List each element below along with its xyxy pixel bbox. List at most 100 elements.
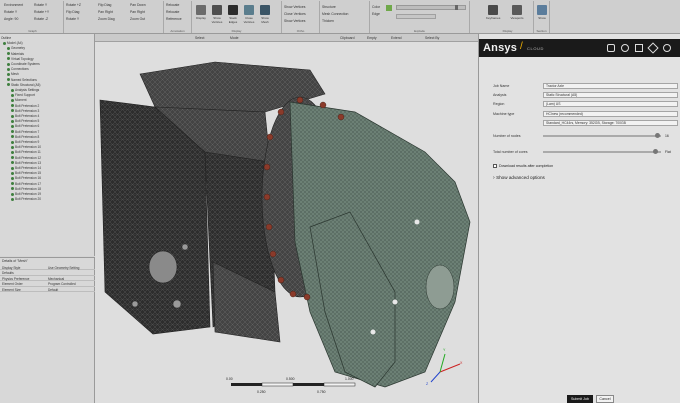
keyframes-button[interactable]: Keyframes <box>486 5 500 20</box>
ribbon-item-20[interactable]: Close Vertices <box>284 12 306 16</box>
ribbon-item-14[interactable]: Pan Right <box>130 10 145 14</box>
display-button-label: Display <box>196 16 206 20</box>
details-row[interactable]: Element Size Default <box>0 287 95 292</box>
ribbon-group-label-graph: Graph <box>28 29 37 33</box>
viewports-label: Viewports <box>510 16 524 20</box>
tree-item-label: Bolt Pretension 12 <box>15 155 42 160</box>
submit-job-button[interactable]: Submit Job <box>567 395 593 403</box>
ribbon-item-2[interactable]: Rotate Y <box>4 10 17 14</box>
color-swatch[interactable] <box>386 5 392 11</box>
ribbon-item-19[interactable]: Show Vertices <box>284 5 305 9</box>
tree-item-label: Moment <box>15 98 27 103</box>
toolbar-mode[interactable]: Mode <box>230 36 238 40</box>
mesh-model[interactable] <box>95 42 478 403</box>
cloud-icon[interactable] <box>621 44 629 52</box>
help-icon[interactable] <box>663 44 671 52</box>
explode-field[interactable] <box>396 14 436 19</box>
ribbon-item-26[interactable]: Edge <box>372 12 380 16</box>
toolbar-extend[interactable]: Extend <box>391 36 402 40</box>
ribbon-item-15[interactable]: Zoom Out <box>130 17 145 21</box>
tree-item[interactable]: Bolt Pretension 20 <box>11 197 41 202</box>
stack-icon <box>228 5 238 15</box>
tree-item-label: Bolt Pretension 14 <box>15 166 42 170</box>
ribbon-item-4[interactable]: Rotate Y <box>34 3 47 7</box>
close-vertices-button[interactable]: Close Vertices <box>242 5 256 24</box>
ribbon-item-1[interactable]: Environment <box>4 3 23 7</box>
toolbar-empty[interactable]: Empty <box>367 36 377 40</box>
ansys-cloud-panel: Ansys / CLOUD Job Name Tractor Axle Analys… <box>478 34 680 403</box>
ribbon-item-17[interactable]: Relocate <box>166 10 179 14</box>
download-results-label: Download results after completion <box>499 164 554 168</box>
status-check-icon <box>7 83 10 87</box>
cancel-button[interactable]: Cancel <box>596 395 614 403</box>
ribbon-item-22[interactable]: Structure <box>322 5 336 9</box>
job-field-input[interactable]: Static Structural (A5) <box>543 92 678 98</box>
nodes-slider-handle[interactable] <box>655 133 660 138</box>
tree-item-label: Bolt Pretension 20 <box>15 197 42 202</box>
cores-slider-handle[interactable] <box>653 149 658 154</box>
ribbon-item-10[interactable]: Flip Diag <box>98 3 111 7</box>
show-mesh-button[interactable]: Show Mesh <box>258 5 272 24</box>
ribbon-item-12[interactable]: Zoom Diag <box>98 17 115 21</box>
advanced-toggle[interactable]: › Show advanced options <box>493 175 545 181</box>
details-key: Physics Preference <box>2 276 30 281</box>
job-field-input[interactable]: Standard_HC44rs, Memory: 352GB, Storage:… <box>543 120 678 126</box>
nodes-slider[interactable] <box>543 133 661 138</box>
display-button[interactable]: Display <box>194 5 208 20</box>
ribbon-item-6[interactable]: Rotate -Z <box>34 17 48 21</box>
job-field-label: Machine type <box>493 112 515 116</box>
ribbon-item-3[interactable]: Angle: 90 <box>4 17 18 21</box>
scale-label-2: 0.500 <box>286 377 295 381</box>
download-results-checkbox[interactable] <box>493 164 497 168</box>
show-mesh-label: Show Mesh <box>261 16 269 24</box>
job-field-label: Region <box>493 102 505 106</box>
job-field-input[interactable]: HCInew (recommended) <box>543 111 678 117</box>
toolbar-select-by[interactable]: Select By <box>425 36 439 40</box>
tree-item-label: Materials <box>11 51 24 56</box>
upload-icon[interactable] <box>607 44 615 52</box>
slider-value: 16 <box>665 134 669 138</box>
scale-label-4: 1.000 <box>345 377 354 381</box>
download-icon[interactable] <box>635 44 643 52</box>
ribbon-group-annotation: Relocate Relocate Reference Annotation <box>164 1 192 33</box>
cores-slider[interactable] <box>543 149 661 154</box>
explode-slider-handle[interactable] <box>455 5 458 10</box>
stack-edges-button[interactable]: Stack Edges <box>226 5 240 24</box>
viewports-button[interactable]: Viewports <box>510 5 524 20</box>
ribbon-item-11[interactable]: Pan Right <box>98 10 113 14</box>
job-field-label: Number of nodes <box>493 134 521 138</box>
job-field-input[interactable]: Tractor Axle <box>543 83 678 89</box>
ribbon-item-16[interactable]: Relocate <box>166 3 179 7</box>
details-key: Defaults <box>2 271 14 276</box>
graphics-viewport[interactable]: 0.00 0.500 1.000 0.250 0.750 X Y Z <box>95 42 478 403</box>
ribbon-group-connect: Structure Mesh Connection Thicken <box>320 1 370 33</box>
settings-icon[interactable] <box>647 42 659 54</box>
ribbon-item-8[interactable]: Flip Diag <box>66 10 79 14</box>
ribbon-item-24[interactable]: Thicken <box>322 19 334 23</box>
status-check-icon <box>11 177 14 181</box>
ribbon-item-21[interactable]: Show Vertices <box>284 19 305 23</box>
ribbon-item-18[interactable]: Reference <box>166 17 182 21</box>
ribbon-item-5[interactable]: Rotate +Y <box>34 10 49 14</box>
tree-item-label: Fixed Support <box>15 93 35 98</box>
ribbon-item-9[interactable]: Rotate Y <box>66 17 79 21</box>
advanced-label: Show advanced options <box>496 175 545 180</box>
show-button[interactable]: Show <box>535 5 549 20</box>
status-check-icon <box>11 88 14 92</box>
job-field-input[interactable]: (Lam) US <box>543 101 678 107</box>
ribbon-item-25[interactable]: Color <box>372 5 380 9</box>
close-vertices-label: Close Vertices <box>243 16 255 24</box>
keyframe-icon <box>488 5 498 15</box>
ribbon-group-section: Show Section <box>534 1 550 33</box>
ansys-sub: CLOUD <box>527 46 545 51</box>
status-check-icon <box>11 109 14 113</box>
toolbar-clipboard[interactable]: Clipboard <box>340 36 355 40</box>
explode-slider[interactable] <box>396 5 466 10</box>
ribbon-item-13[interactable]: Pan Down <box>130 3 146 7</box>
tree-item-label: Bolt Pretension 4 <box>15 114 40 118</box>
ribbon-item-7[interactable]: Rotate +Z <box>66 3 81 7</box>
toolbar-select[interactable]: Select <box>195 36 204 40</box>
show-vertices-button[interactable]: Show Vertices <box>210 5 224 24</box>
ribbon-item-23[interactable]: Mesh Connection <box>322 12 348 16</box>
status-check-icon <box>11 119 14 123</box>
